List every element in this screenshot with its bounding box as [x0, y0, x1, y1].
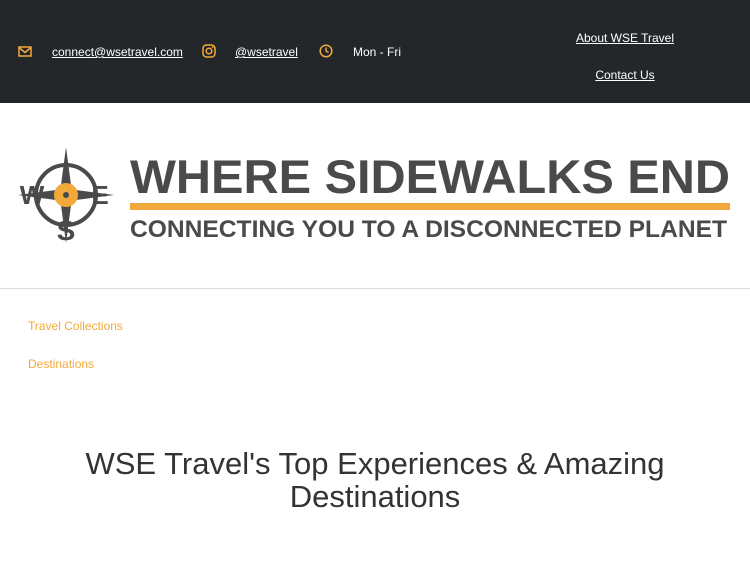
instagram-icon: [202, 44, 216, 58]
emblem-letter-e: E: [91, 180, 108, 210]
email-link[interactable]: connect@wsetravel.com: [52, 44, 183, 60]
top-bar: connect@wsetravel.com @wsetravel Mon - F…: [0, 0, 750, 103]
contact-link[interactable]: Contact Us: [550, 68, 700, 82]
site-logo[interactable]: W S E WHERE SIDEWALKS END CONNECTING YOU…: [0, 103, 750, 288]
page-title-line-2: Destinations: [289, 479, 461, 514]
email-link-text[interactable]: connect@wsetravel.com: [52, 45, 183, 59]
emblem-letter-w: W: [20, 180, 45, 210]
instagram-link-text[interactable]: @wsetravel: [235, 45, 298, 59]
header-divider: [0, 288, 750, 289]
about-link[interactable]: About WSE Travel: [550, 31, 700, 45]
instagram-link[interactable]: @wsetravel: [235, 44, 298, 60]
envelope-icon: [18, 46, 32, 57]
nav-link-travel-collections[interactable]: Travel Collections: [28, 319, 123, 333]
nav-link-destinations[interactable]: Destinations: [28, 357, 94, 371]
logo-banner[interactable]: W S E WHERE SIDEWALKS END CONNECTING YOU…: [0, 103, 750, 288]
clock-icon: [319, 44, 333, 58]
page-title-line-1: WSE Travel's Top Experiences & Amazing: [85, 446, 665, 481]
logo-accent-bar: [130, 203, 730, 210]
page-title: WSE Travel's Top Experiences & Amazing D…: [0, 447, 750, 513]
logo-tagline: CONNECTING YOU TO A DISCONNECTED PLANET: [130, 216, 727, 243]
emblem-letter-s: S: [57, 215, 76, 246]
logo-title: WHERE SIDEWALKS END: [130, 150, 730, 203]
business-hours-text: Mon - Fri: [353, 45, 401, 59]
business-hours: Mon - Fri: [353, 44, 401, 60]
